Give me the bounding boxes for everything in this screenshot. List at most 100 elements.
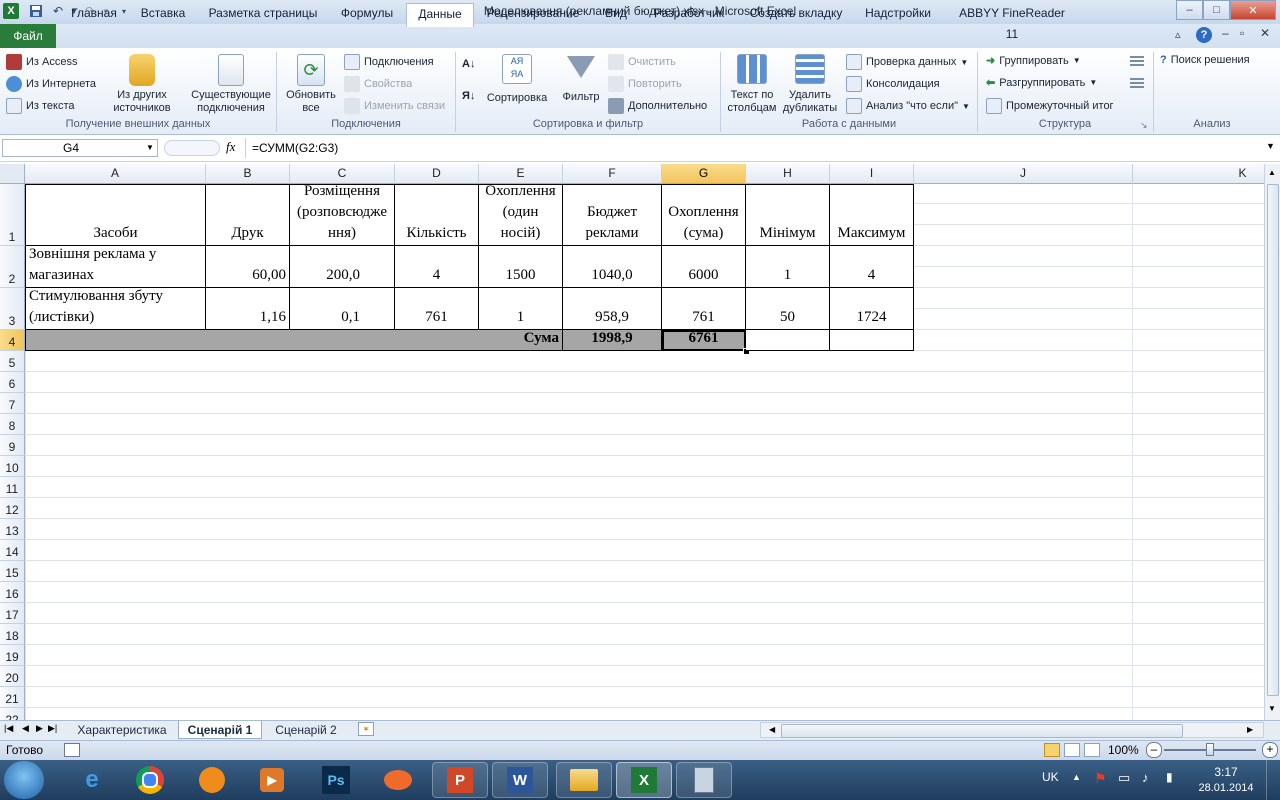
cell-b3[interactable]: 1,16 <box>206 288 290 330</box>
first-sheet-icon[interactable]: |◀ <box>4 723 13 734</box>
volume-icon[interactable]: ♪ <box>1142 770 1149 785</box>
cell-h2[interactable]: 1 <box>746 246 830 288</box>
column-header-a[interactable]: A <box>25 164 206 184</box>
outline-launcher-icon[interactable]: ↘ <box>1140 120 1148 131</box>
tab-home[interactable]: Главная <box>62 3 126 24</box>
sort-az-icon[interactable]: А↓ <box>462 58 475 70</box>
next-sheet-icon[interactable]: ▶ <box>36 723 43 734</box>
row-header-2[interactable]: 2 <box>0 246 25 288</box>
advanced-filter-button[interactable]: Дополнительно <box>608 98 707 114</box>
insert-function-icon[interactable]: fx <box>226 139 235 155</box>
taskbar-word-icon[interactable]: W <box>492 762 548 798</box>
row-header-1[interactable]: 1 <box>0 184 25 246</box>
cell-e3[interactable]: 1 <box>479 288 563 330</box>
column-header-b[interactable]: B <box>206 164 290 184</box>
cell-d1[interactable]: Кількість <box>395 184 479 246</box>
horizontal-scrollbar[interactable]: ◀ ▶ <box>760 722 1264 738</box>
group-button[interactable]: ➜ Группировать ▼ <box>986 54 1081 68</box>
row-header-13[interactable]: 13 <box>0 519 25 540</box>
text-to-columns-button[interactable]: Текст по столбцам <box>724 52 780 115</box>
cell-c3[interactable]: 0,1 <box>290 288 395 330</box>
cell-f4[interactable]: 1998,9 <box>563 330 662 351</box>
row-header-22[interactable]: 22 <box>0 708 25 720</box>
h-scroll-thumb[interactable] <box>781 724 1183 738</box>
cell-b1[interactable]: Друк <box>206 184 290 246</box>
cell-f3[interactable]: 958,9 <box>563 288 662 330</box>
cell-c1[interactable]: Розміщення (розповсюдже ння) <box>290 184 395 246</box>
column-header-i[interactable]: I <box>830 164 914 184</box>
column-header-g[interactable]: G <box>662 164 746 184</box>
vertical-scrollbar[interactable]: ▲ ▼ <box>1264 164 1280 720</box>
doc-close-icon[interactable]: ✕ <box>1260 26 1270 40</box>
row-header-3[interactable]: 3 <box>0 288 25 330</box>
help-icon[interactable]: ? <box>1196 27 1212 43</box>
taskbar-excel-icon[interactable]: X <box>616 762 672 798</box>
doc-restore-icon[interactable]: ▫ <box>1240 26 1244 40</box>
consolidate-button[interactable]: Консолидация <box>846 76 940 92</box>
insert-sheet-icon[interactable]: ✶ <box>358 722 374 736</box>
zoom-slider-thumb[interactable] <box>1206 743 1214 756</box>
action-center-icon[interactable]: ⚑ <box>1094 770 1107 787</box>
solver-button[interactable]: ? Поиск решения <box>1160 54 1250 66</box>
page-break-view-icon[interactable] <box>1084 743 1100 757</box>
row-header-10[interactable]: 10 <box>0 456 25 477</box>
scroll-right-arrow-icon[interactable]: ▶ <box>1247 725 1253 734</box>
taskbar-explorer-icon[interactable] <box>556 762 612 798</box>
remove-duplicates-button[interactable]: Удалить дубликаты <box>780 52 840 115</box>
taskbar-ie-icon[interactable]: e <box>64 762 120 798</box>
name-box-dropdown-icon[interactable]: ▼ <box>146 143 154 152</box>
taskbar-calculator-icon[interactable] <box>676 762 732 798</box>
scroll-left-arrow-icon[interactable]: ◀ <box>769 725 775 734</box>
expand-formula-bar-icon[interactable]: ▼ <box>1266 141 1275 151</box>
cell-a1[interactable]: Засоби <box>25 184 206 246</box>
cell-b2[interactable]: 60,00 <box>206 246 290 288</box>
zoom-out-icon[interactable]: – <box>1146 742 1162 758</box>
minimize-button[interactable]: – <box>1176 0 1203 20</box>
zoom-in-icon[interactable]: + <box>1262 742 1278 758</box>
page-layout-view-icon[interactable] <box>1064 743 1080 757</box>
name-box[interactable]: G4 <box>2 139 158 157</box>
network-icon[interactable]: ▮ <box>1166 770 1173 784</box>
data-validation-button[interactable]: Проверка данных ▼ <box>846 54 968 70</box>
sheet-tab-scenario-2[interactable]: Сценарій 2 <box>266 721 346 739</box>
taskbar-chrome-icon[interactable] <box>122 762 178 798</box>
taskbar-media-player-icon[interactable]: ▶ <box>244 762 300 798</box>
cell-g3[interactable]: 761 <box>662 288 746 330</box>
from-access-button[interactable]: Из Access <box>6 54 77 70</box>
doc-minimize-icon[interactable]: – <box>1222 26 1229 40</box>
sheet-tab-characteristic[interactable]: Характеристика <box>68 721 176 739</box>
show-desktop-button[interactable] <box>1266 760 1280 800</box>
cell-i3[interactable]: 1724 <box>830 288 914 330</box>
taskbar-fixer-icon[interactable] <box>370 762 426 798</box>
column-header-j[interactable]: J <box>914 164 1133 184</box>
taskbar-photoshop-icon[interactable]: Ps <box>308 762 364 798</box>
start-button[interactable] <box>4 761 44 799</box>
row-header-17[interactable]: 17 <box>0 603 25 624</box>
cell-a2[interactable]: Зовнішня реклама у магазинах <box>25 246 206 288</box>
connections-button[interactable]: Подключения <box>344 54 434 70</box>
properties-button[interactable]: Свойства <box>344 76 412 92</box>
what-if-button[interactable]: Анализ "что если" ▼ <box>846 98 970 114</box>
show-hidden-icons-icon[interactable]: ▲ <box>1072 772 1081 782</box>
prev-sheet-icon[interactable]: ◀ <box>22 723 29 734</box>
cell-a3[interactable]: Стимулювання збуту (листівки) <box>25 288 206 330</box>
formula-bar-resize-handle[interactable] <box>164 140 220 156</box>
scroll-down-arrow-icon[interactable]: ▼ <box>1268 704 1276 713</box>
tab-developer[interactable]: Разработчик <box>646 3 732 24</box>
cell-i1[interactable]: Максимум <box>830 184 914 246</box>
select-all-corner[interactable] <box>0 164 25 184</box>
cell-h1[interactable]: Мінімум <box>746 184 830 246</box>
row-header-18[interactable]: 18 <box>0 624 25 645</box>
scroll-up-arrow-icon[interactable]: ▲ <box>1268 168 1276 177</box>
row-header-21[interactable]: 21 <box>0 687 25 708</box>
cell-h3[interactable]: 50 <box>746 288 830 330</box>
show-detail-icon[interactable] <box>1130 54 1144 66</box>
cell-d2[interactable]: 4 <box>395 246 479 288</box>
cell-g1[interactable]: Охоплення (сума) <box>662 184 746 246</box>
sheet-tab-scenario-1[interactable]: Сценарій 1 <box>178 721 262 739</box>
scroll-thumb[interactable] <box>1267 184 1279 696</box>
device-icon[interactable]: ▭ <box>1118 770 1130 786</box>
taskbar-avast-icon[interactable] <box>184 762 240 798</box>
cell-e2[interactable]: 1500 <box>479 246 563 288</box>
row-header-20[interactable]: 20 <box>0 666 25 687</box>
